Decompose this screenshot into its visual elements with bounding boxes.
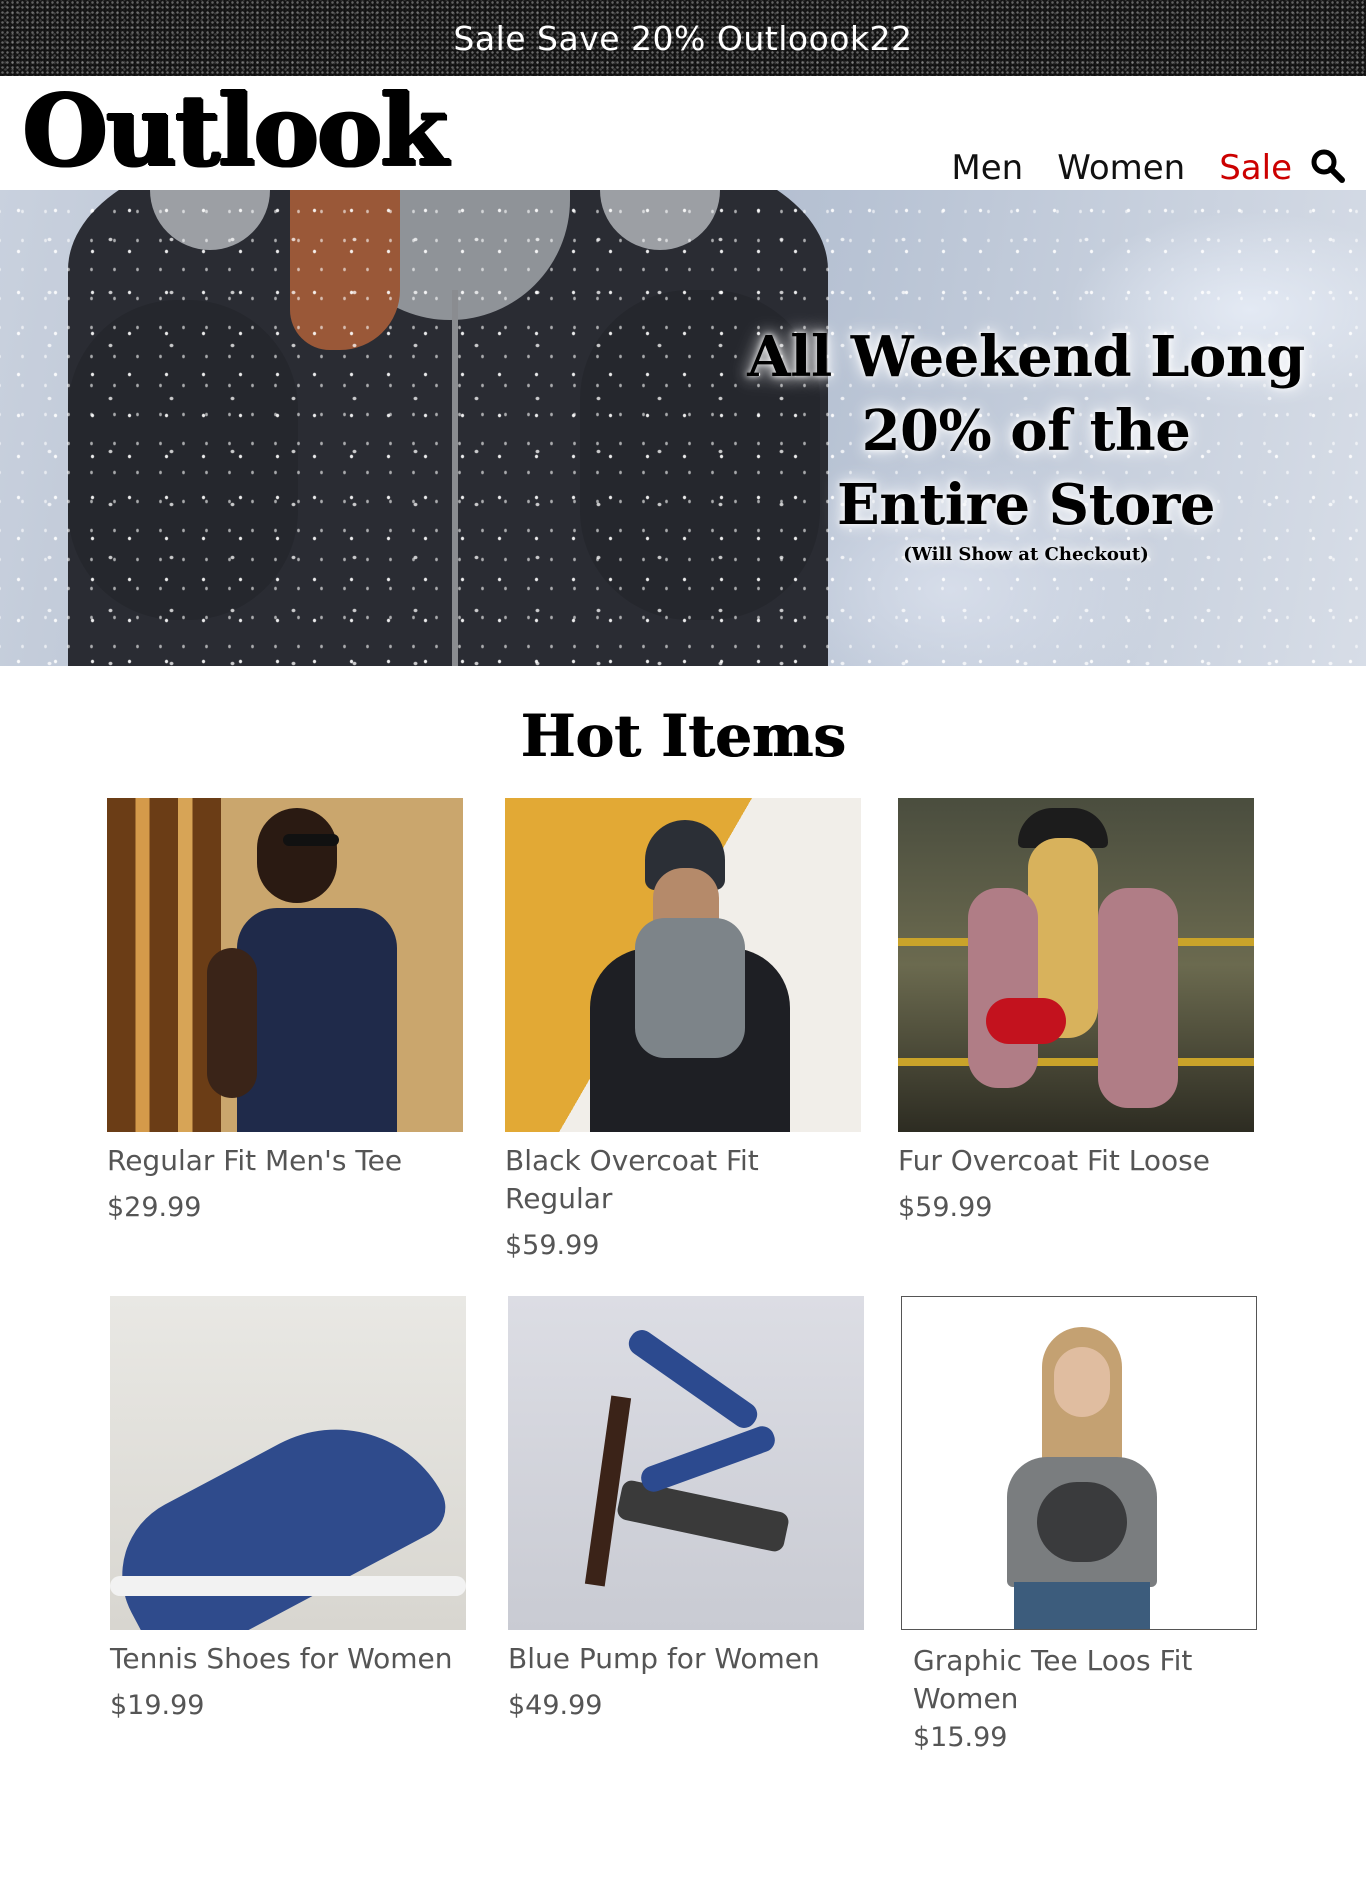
nav-sale[interactable]: Sale: [1219, 148, 1292, 188]
product-card[interactable]: Tennis Shoes for Women $19.99: [110, 1296, 466, 1721]
nav-men[interactable]: Men: [951, 148, 1023, 188]
main-nav: Men Women Sale: [917, 148, 1346, 188]
product-price: $29.99: [107, 1192, 202, 1223]
hero-banner: All Weekend Long 20% of the Entire Store…: [0, 190, 1366, 666]
product-image[interactable]: [508, 1296, 864, 1630]
hero-line-1: All Weekend Long: [747, 324, 1305, 390]
product-price: $19.99: [110, 1690, 205, 1721]
hero-line-3: Entire Store: [837, 472, 1215, 538]
product-card[interactable]: Regular Fit Men's Tee $29.99: [107, 798, 463, 1223]
product-image[interactable]: [107, 798, 463, 1132]
hero-note: (Will Show at Checkout): [903, 544, 1149, 565]
product-name[interactable]: Tennis Shoes for Women: [110, 1640, 466, 1678]
product-price: $59.99: [898, 1192, 993, 1223]
site-header: Outlook Men Women Sale: [0, 76, 1366, 190]
nav-women[interactable]: Women: [1057, 148, 1185, 188]
product-card[interactable]: Fur Overcoat Fit Loose $59.99: [898, 798, 1254, 1223]
search-icon[interactable]: [1310, 148, 1346, 184]
product-name[interactable]: Blue Pump for Women: [508, 1640, 864, 1678]
product-image[interactable]: [901, 1296, 1257, 1630]
hero-line-2: 20% of the: [861, 398, 1191, 464]
product-image[interactable]: [898, 798, 1254, 1132]
product-card[interactable]: Black Overcoat Fit Regular $59.99: [505, 798, 861, 1261]
product-name[interactable]: Fur Overcoat Fit Loose: [898, 1142, 1254, 1180]
hero-headline: All Weekend Long 20% of the Entire Store…: [716, 320, 1336, 566]
product-image[interactable]: [505, 798, 861, 1132]
product-name[interactable]: Regular Fit Men's Tee: [107, 1142, 463, 1180]
hot-items-title: Hot Items: [520, 702, 846, 770]
promo-text: Sale Save 20% Outloook22: [453, 18, 913, 58]
promo-banner: Sale Save 20% Outloook22: [0, 0, 1366, 76]
product-card[interactable]: Blue Pump for Women $49.99: [508, 1296, 864, 1721]
product-image[interactable]: [110, 1296, 466, 1630]
product-name[interactable]: Graphic Tee Loos Fit Women: [901, 1640, 1243, 1718]
product-name[interactable]: Black Overcoat Fit Regular: [505, 1142, 861, 1218]
product-price: $59.99: [505, 1230, 600, 1261]
product-price: $15.99: [913, 1722, 1008, 1753]
product-card[interactable]: Graphic Tee Loos Fit Women $15.99: [901, 1296, 1257, 1753]
product-price: $49.99: [508, 1690, 603, 1721]
site-logo[interactable]: Outlook: [22, 82, 448, 182]
